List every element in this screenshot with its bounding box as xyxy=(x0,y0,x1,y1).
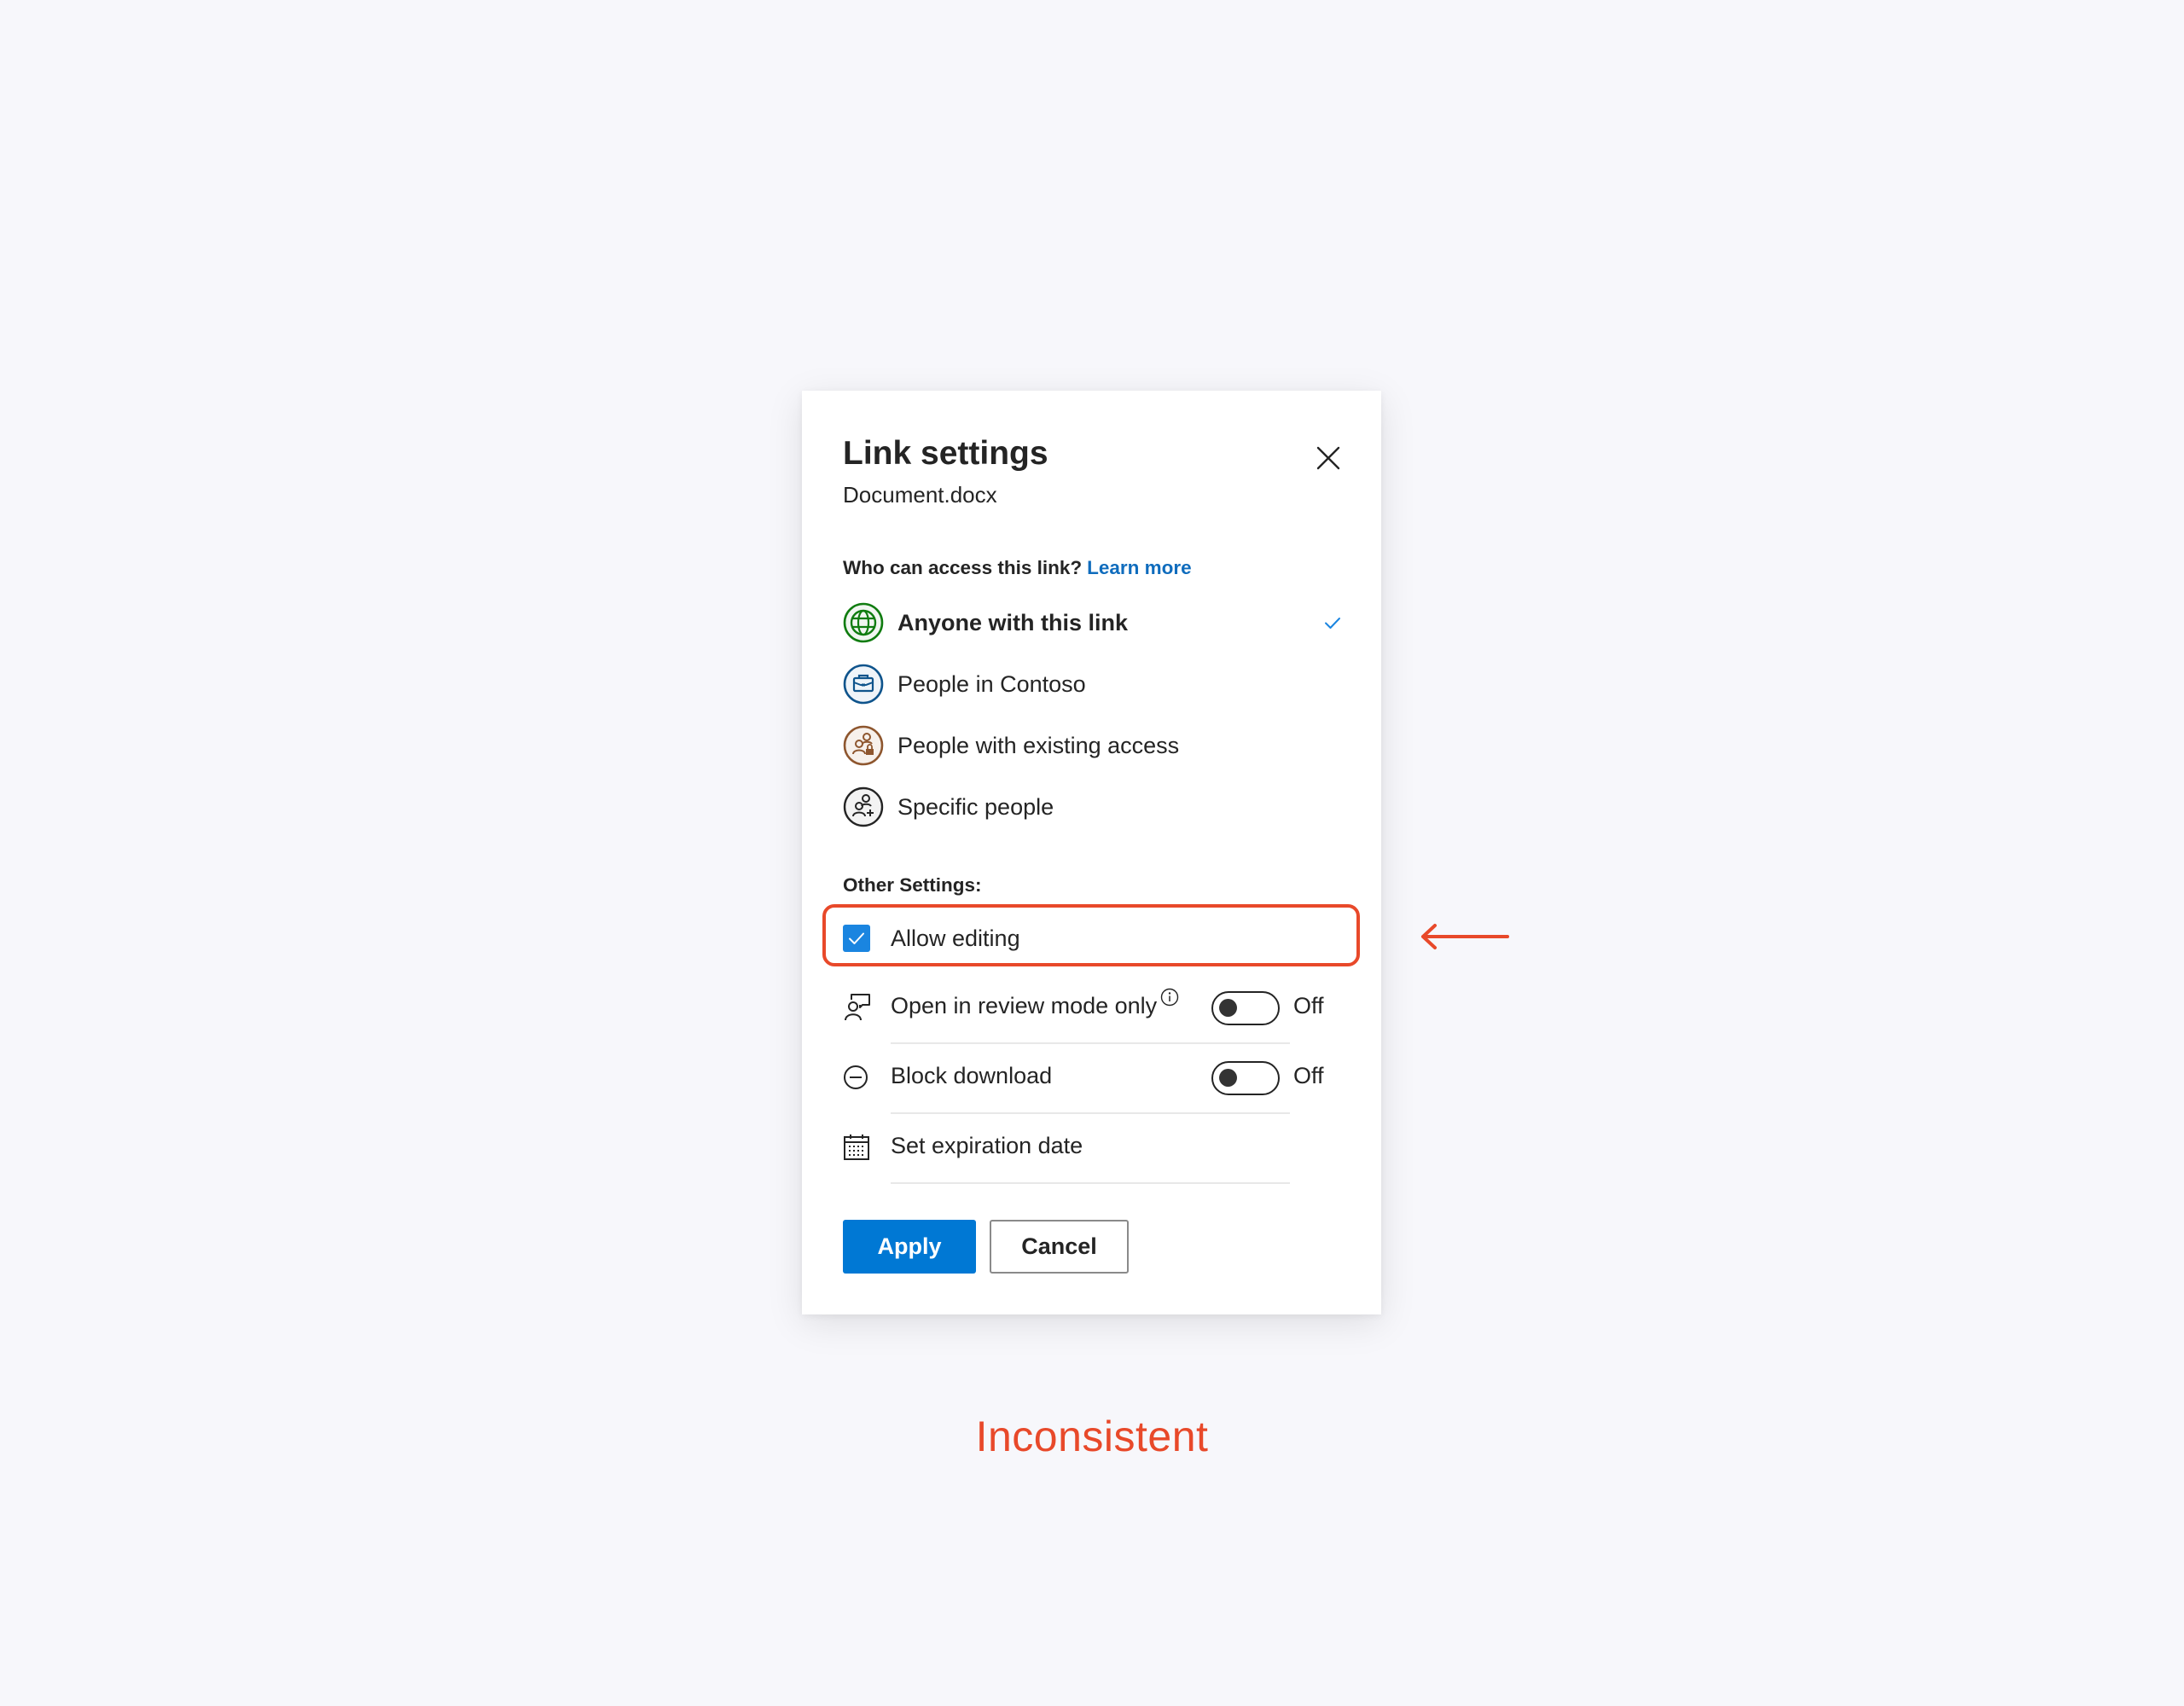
arrow-left-icon xyxy=(1421,924,1509,949)
toggle-state-label: Off xyxy=(1293,993,1324,1018)
setting-label: Open in review mode only xyxy=(891,988,1179,1019)
option-label: Anyone with this link xyxy=(897,609,1129,635)
people-add-icon xyxy=(843,786,884,827)
setting-label: Block download xyxy=(891,1063,1053,1088)
option-people-with-existing-access[interactable]: People with existing access xyxy=(843,723,1343,768)
annotation-caption: Inconsistent xyxy=(975,1413,1209,1460)
link-settings-dialog: Link settings Document.docx Who can acce… xyxy=(802,391,1381,1314)
setting-review-mode: Open in review mode only Off xyxy=(843,974,1324,1044)
setting-block-download: Block download Off xyxy=(843,1044,1324,1114)
checkmark-icon xyxy=(1325,618,1340,629)
option-anyone-with-link[interactable]: Anyone with this link xyxy=(843,601,1343,645)
person-feedback-icon xyxy=(845,994,870,1021)
globe-icon xyxy=(843,602,884,643)
dialog-title: Link settings xyxy=(843,435,1048,472)
option-label: People in Contoso xyxy=(897,670,1086,697)
setting-label-text: Open in review mode only xyxy=(891,993,1158,1018)
calendar-icon xyxy=(844,1134,869,1160)
apply-button[interactable]: Apply xyxy=(843,1220,976,1274)
option-label: People with existing access xyxy=(897,732,1180,758)
close-button[interactable] xyxy=(1314,444,1343,473)
option-specific-people[interactable]: Specific people xyxy=(843,785,1343,829)
other-settings-label: Other Settings: xyxy=(843,874,982,896)
allow-editing-checkbox-row[interactable]: Allow editing xyxy=(843,919,1321,958)
option-label: Specific people xyxy=(897,793,1054,820)
toggle-knob xyxy=(1219,999,1237,1017)
file-name: Document.docx xyxy=(843,482,997,508)
learn-more-link[interactable]: Learn more xyxy=(1087,557,1192,578)
divider xyxy=(891,1182,1290,1184)
block-icon xyxy=(844,1065,868,1089)
access-question: Who can access this link? Learn more xyxy=(843,557,1192,579)
allow-editing-label: Allow editing xyxy=(891,925,1020,951)
checkmark-icon xyxy=(849,932,864,944)
info-icon[interactable] xyxy=(1160,988,1179,1007)
allow-editing-checkbox[interactable] xyxy=(843,925,870,952)
people-lock-icon xyxy=(843,725,884,766)
briefcase-icon xyxy=(843,664,884,705)
setting-set-expiration-date[interactable]: Set expiration date xyxy=(843,1114,1290,1184)
block-download-toggle[interactable] xyxy=(1211,1061,1280,1095)
access-question-text: Who can access this link? xyxy=(843,557,1083,578)
review-mode-toggle[interactable] xyxy=(1211,991,1280,1025)
option-people-in-contoso[interactable]: People in Contoso xyxy=(843,662,1343,706)
close-icon xyxy=(1316,446,1340,470)
toggle-knob xyxy=(1219,1069,1237,1087)
cancel-button[interactable]: Cancel xyxy=(990,1220,1129,1274)
toggle-state-label: Off xyxy=(1293,1063,1324,1088)
setting-label: Set expiration date xyxy=(891,1133,1083,1158)
